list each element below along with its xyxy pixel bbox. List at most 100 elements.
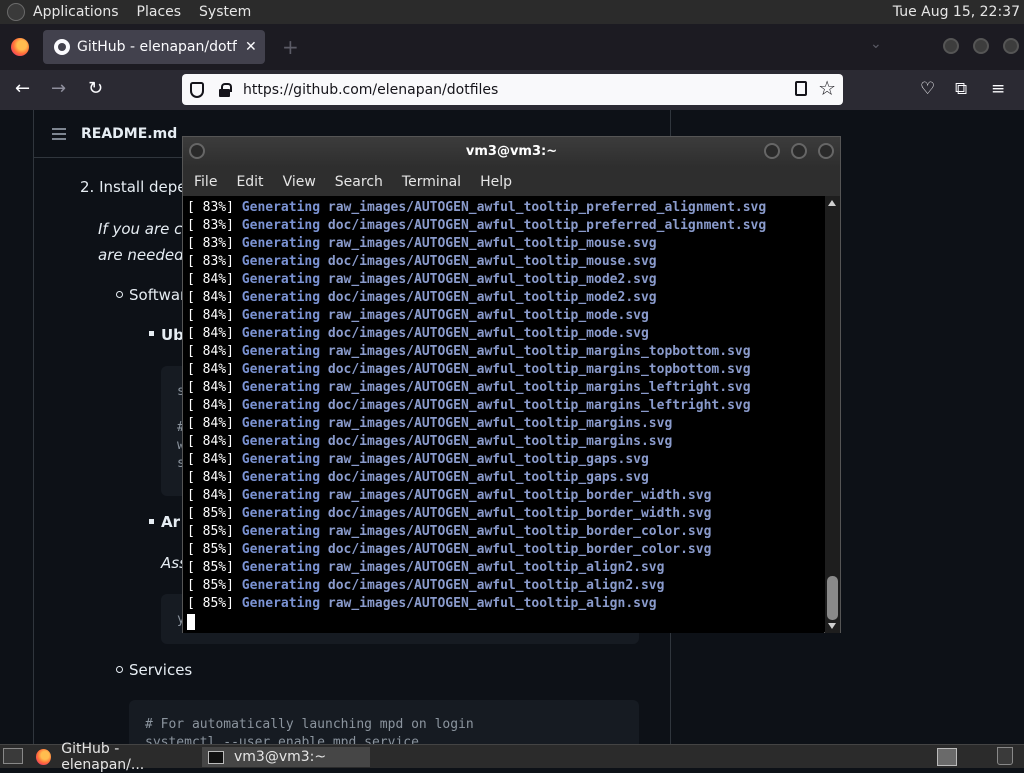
verb-text: Generating	[241, 200, 321, 215]
progress-percent: [ 85%]	[187, 560, 234, 575]
shield-icon[interactable]	[190, 81, 204, 98]
url-bar[interactable]: https://github.com/elenapan/dotfiles ☆	[182, 74, 843, 105]
scrollbar-thumb[interactable]	[827, 576, 838, 620]
trash-icon[interactable]	[997, 747, 1013, 765]
services-label: Services	[129, 661, 193, 679]
file-path: raw_images/AUTOGEN_awful_tooltip_margins…	[327, 416, 673, 431]
menu-places[interactable]: Places	[137, 4, 182, 20]
reload-icon[interactable]: ↻	[88, 78, 103, 99]
back-arrow-icon[interactable]: ←	[15, 78, 30, 99]
menu-view[interactable]: View	[283, 174, 316, 190]
top-panel: Applications Places System Tue Aug 15, 2…	[0, 0, 1024, 24]
file-path: raw_images/AUTOGEN_awful_tooltip_gaps.sv…	[327, 452, 649, 467]
clock[interactable]: Tue Aug 15, 22:37	[893, 4, 1020, 20]
terminal-line: [ 84%] Generating raw_images/AUTOGEN_awf…	[187, 487, 824, 505]
outline-list-icon[interactable]	[52, 127, 66, 140]
file-path: raw_images/AUTOGEN_awful_tooltip_margins…	[327, 380, 751, 395]
hamburger-menu-icon[interactable]: ≡	[991, 79, 1005, 99]
code-block: # For automatically launching mpd on log…	[129, 700, 639, 744]
url-text[interactable]: https://github.com/elenapan/dotfiles	[243, 82, 498, 98]
maximize-button[interactable]	[973, 38, 989, 54]
terminal-line: [ 83%] Generating doc/images/AUTOGEN_awf…	[187, 217, 824, 235]
terminal-line: [ 84%] Generating raw_images/AUTOGEN_awf…	[187, 271, 824, 289]
scroll-up-arrow-icon[interactable]	[828, 200, 836, 206]
tab-github[interactable]: GitHub - elenapan/dotfiles: ✕	[43, 30, 265, 64]
menu-help[interactable]: Help	[480, 174, 512, 190]
window-menu-button[interactable]	[189, 143, 205, 159]
terminal-scrollbar[interactable]	[825, 196, 840, 633]
file-path: raw_images/AUTOGEN_awful_tooltip_mode2.s…	[327, 272, 657, 287]
firefox-icon[interactable]	[11, 38, 29, 60]
menu-terminal[interactable]: Terminal	[402, 174, 461, 190]
file-path: doc/images/AUTOGEN_awful_tooltip_align2.…	[327, 578, 665, 593]
file-path: doc/images/AUTOGEN_awful_tooltip_preferr…	[327, 218, 767, 233]
scroll-down-arrow-icon[interactable]	[828, 623, 836, 629]
verb-text: Generating	[241, 470, 321, 485]
reader-view-icon[interactable]	[795, 81, 807, 96]
file-path: raw_images/AUTOGEN_awful_tooltip_mouse.s…	[327, 236, 657, 251]
terminal-line: [ 85%] Generating doc/images/AUTOGEN_awf…	[187, 505, 824, 523]
verb-text: Generating	[241, 416, 321, 431]
progress-percent: [ 84%]	[187, 344, 234, 359]
terminal-cursor	[187, 613, 195, 630]
workspace-switcher[interactable]	[937, 748, 957, 766]
menu-applications[interactable]: Applications	[33, 4, 119, 20]
terminal-output[interactable]: [ 83%] Generating raw_images/AUTOGEN_awf…	[183, 196, 824, 633]
close-window-button[interactable]	[1003, 38, 1019, 54]
progress-percent: [ 84%]	[187, 434, 234, 449]
close-icon[interactable]: ✕	[245, 39, 257, 55]
terminal-line: [ 84%] Generating doc/images/AUTOGEN_awf…	[187, 289, 824, 307]
progress-percent: [ 84%]	[187, 308, 234, 323]
new-tab-button[interactable]: +	[282, 35, 299, 59]
progress-percent: [ 85%]	[187, 506, 234, 521]
lock-icon[interactable]	[218, 82, 232, 97]
bookmark-star-icon[interactable]: ☆	[818, 76, 836, 100]
show-desktop-icon[interactable]	[3, 748, 23, 764]
file-path: doc/images/AUTOGEN_awful_tooltip_gaps.sv…	[327, 470, 649, 485]
forward-arrow-icon[interactable]: →	[51, 78, 66, 99]
terminal-line: [ 85%] Generating raw_images/AUTOGEN_awf…	[187, 523, 824, 541]
minimize-button[interactable]	[943, 38, 959, 54]
terminal-line: [ 84%] Generating raw_images/AUTOGEN_awf…	[187, 415, 824, 433]
verb-text: Generating	[241, 452, 321, 467]
progress-percent: [ 84%]	[187, 290, 234, 305]
menu-search[interactable]: Search	[335, 174, 383, 190]
terminal-titlebar[interactable]: vm3@vm3:~	[183, 137, 840, 167]
file-path: doc/images/AUTOGEN_awful_tooltip_mode2.s…	[327, 290, 657, 305]
terminal-window[interactable]: vm3@vm3:~ File Edit View Search Terminal…	[182, 136, 841, 633]
menu-system[interactable]: System	[199, 4, 251, 20]
terminal-line: [ 84%] Generating raw_images/AUTOGEN_awf…	[187, 343, 824, 361]
menu-file[interactable]: File	[194, 174, 217, 190]
verb-text: Generating	[241, 596, 321, 611]
file-path: raw_images/AUTOGEN_awful_tooltip_border_…	[327, 488, 712, 503]
terminal-line: [ 84%] Generating doc/images/AUTOGEN_awf…	[187, 397, 824, 415]
maximize-button[interactable]	[791, 143, 807, 159]
menu-edit[interactable]: Edit	[236, 174, 263, 190]
file-path: doc/images/AUTOGEN_awful_tooltip_border_…	[327, 542, 712, 557]
verb-text: Generating	[241, 488, 321, 503]
task-terminal[interactable]: vm3@vm3:~	[202, 747, 370, 767]
chevron-down-icon[interactable]: ⌄	[870, 36, 882, 52]
bullet	[116, 291, 123, 298]
progress-percent: [ 84%]	[187, 416, 234, 431]
progress-percent: [ 84%]	[187, 326, 234, 341]
task-firefox[interactable]: GitHub - elenapan/...	[36, 741, 200, 773]
verb-text: Generating	[241, 326, 321, 341]
italic-text: If you are cu	[98, 220, 192, 238]
close-window-button[interactable]	[818, 143, 834, 159]
terminal-menubar: File Edit View Search Terminal Help	[183, 167, 840, 196]
verb-text: Generating	[241, 272, 321, 287]
verb-text: Generating	[241, 524, 321, 539]
minimize-button[interactable]	[764, 143, 780, 159]
readme-title[interactable]: README.md	[81, 126, 177, 142]
pocket-icon[interactable]: ♡	[920, 79, 935, 99]
distro-logo-icon[interactable]	[7, 3, 25, 21]
verb-text: Generating	[241, 506, 321, 521]
extensions-icon[interactable]: ⧉	[955, 79, 967, 99]
step-2-text: 2. Install depen	[80, 178, 197, 196]
file-path: raw_images/AUTOGEN_awful_tooltip_preferr…	[327, 200, 767, 215]
progress-percent: [ 83%]	[187, 218, 234, 233]
verb-text: Generating	[241, 308, 321, 323]
terminal-line: [ 84%] Generating doc/images/AUTOGEN_awf…	[187, 325, 824, 343]
verb-text: Generating	[241, 542, 321, 557]
